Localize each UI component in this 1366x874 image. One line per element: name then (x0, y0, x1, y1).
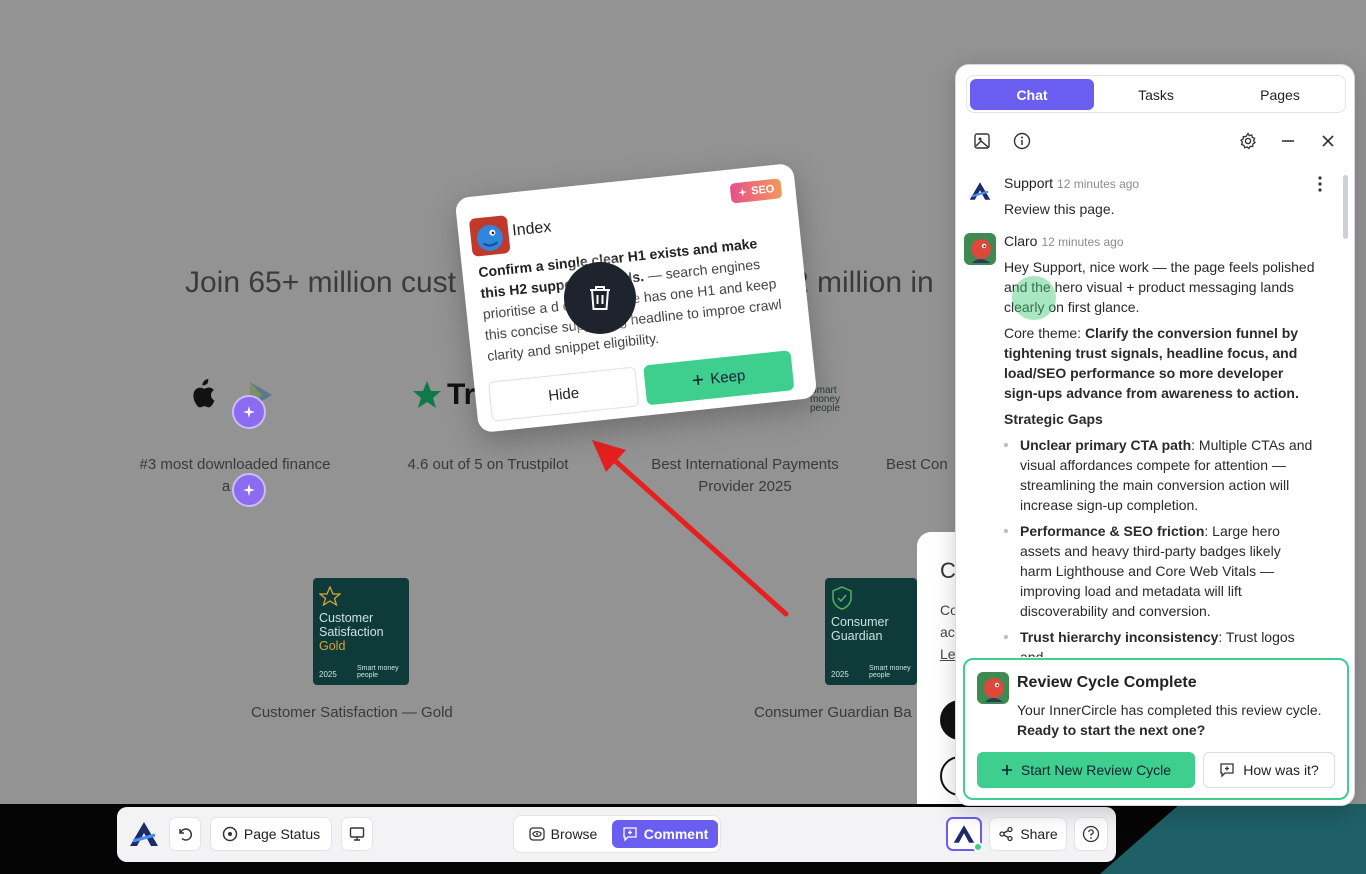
keep-button[interactable]: Keep (643, 350, 795, 406)
plus-icon (693, 374, 704, 385)
trash-icon (590, 286, 610, 310)
annotation-arrow (592, 440, 789, 617)
card-title: Index (511, 218, 553, 240)
suggestion-card: Index SEO Confirm a single clear H1 exis… (454, 162, 818, 434)
hide-button[interactable]: Hide (487, 366, 640, 422)
index-avatar (468, 215, 511, 257)
delete-button[interactable] (564, 262, 636, 334)
seo-tag: SEO (729, 178, 783, 204)
sparkle-icon (738, 188, 747, 197)
